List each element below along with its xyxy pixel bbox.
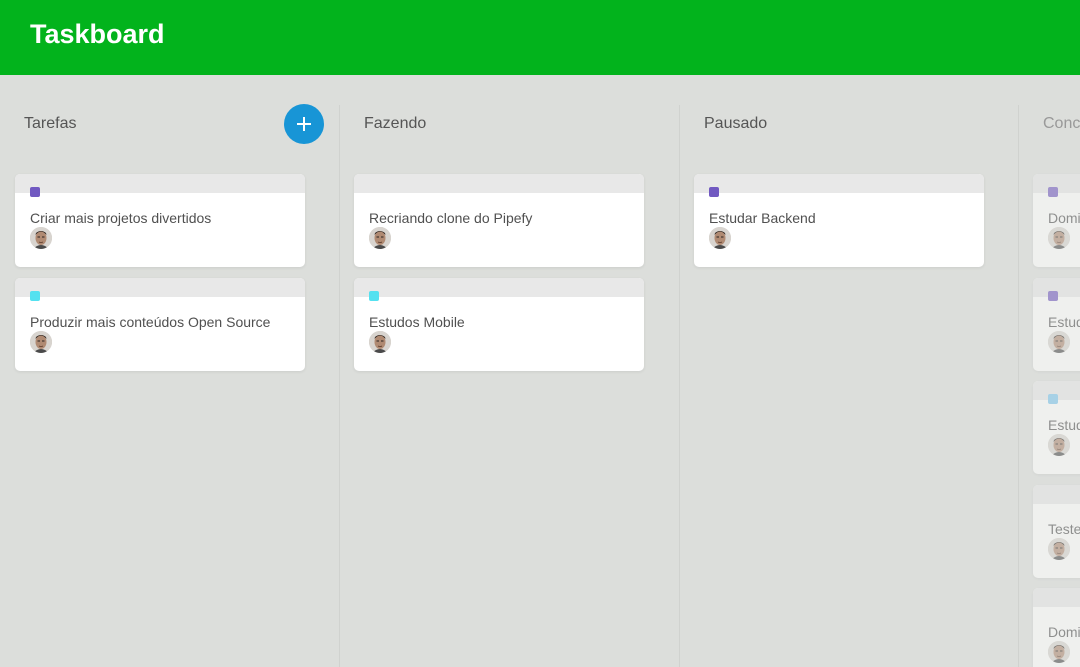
avatar <box>709 227 731 249</box>
card[interactable]: Estudar Backend <box>694 174 984 267</box>
card-label <box>1048 394 1058 404</box>
avatar <box>369 331 391 353</box>
card-title: Domi <box>1048 624 1080 640</box>
app-title: Taskboard <box>30 19 165 49</box>
card[interactable]: Recriando clone do Pipefy <box>354 174 644 267</box>
avatar <box>1048 434 1070 456</box>
card-label <box>369 291 379 301</box>
card[interactable]: Estudos Mobile <box>354 278 644 371</box>
column-tarefas: Tarefas Criar mais projetos divertidos P… <box>0 75 339 667</box>
avatar <box>1048 227 1070 249</box>
card-label <box>709 187 719 197</box>
column-pausado: Pausado Estudar Backend <box>680 75 1019 667</box>
column-title: Tarefas <box>24 115 77 132</box>
card-title: Estud <box>1048 417 1080 433</box>
card-title: Estud <box>1048 314 1080 330</box>
avatar <box>30 331 52 353</box>
avatar <box>369 227 391 249</box>
card-label <box>1048 187 1058 197</box>
card-label <box>30 291 40 301</box>
avatar <box>1048 331 1070 353</box>
card[interactable]: Produzir mais conteúdos Open Source <box>15 278 305 371</box>
card-title: Produzir mais conteúdos Open Source <box>30 314 271 330</box>
card-title: Recriando clone do Pipefy <box>369 210 533 226</box>
card[interactable]: Estud <box>1033 278 1080 371</box>
card-title: Criar mais projetos divertidos <box>30 210 212 226</box>
avatar <box>1048 641 1070 663</box>
card[interactable]: Criar mais projetos divertidos <box>15 174 305 267</box>
card-label <box>30 187 40 197</box>
card-label <box>1048 291 1058 301</box>
column-title: Pausado <box>704 115 768 132</box>
app-header: Taskboard <box>0 0 1080 75</box>
column-concluido: Conc Domi Estud Estud Teste Domi <box>1019 75 1080 667</box>
column-title: Fazendo <box>364 115 427 132</box>
column-title: Conc <box>1043 115 1080 132</box>
add-card-button[interactable] <box>284 104 324 144</box>
card-title: Estudos Mobile <box>369 314 465 330</box>
column-fazendo: Fazendo Recriando clone do Pipefy Estudo… <box>340 75 679 667</box>
card[interactable]: Estud <box>1033 381 1080 474</box>
card-title: Teste <box>1048 521 1080 537</box>
card-title: Estudar Backend <box>709 210 816 226</box>
card[interactable]: Teste <box>1033 485 1080 578</box>
card[interactable]: Domi <box>1033 588 1080 667</box>
board: Tarefas Criar mais projetos divertidos P… <box>0 75 1080 667</box>
avatar <box>30 227 52 249</box>
card[interactable]: Domi <box>1033 174 1080 267</box>
avatar <box>1048 538 1070 560</box>
card-title: Domi <box>1048 210 1080 226</box>
